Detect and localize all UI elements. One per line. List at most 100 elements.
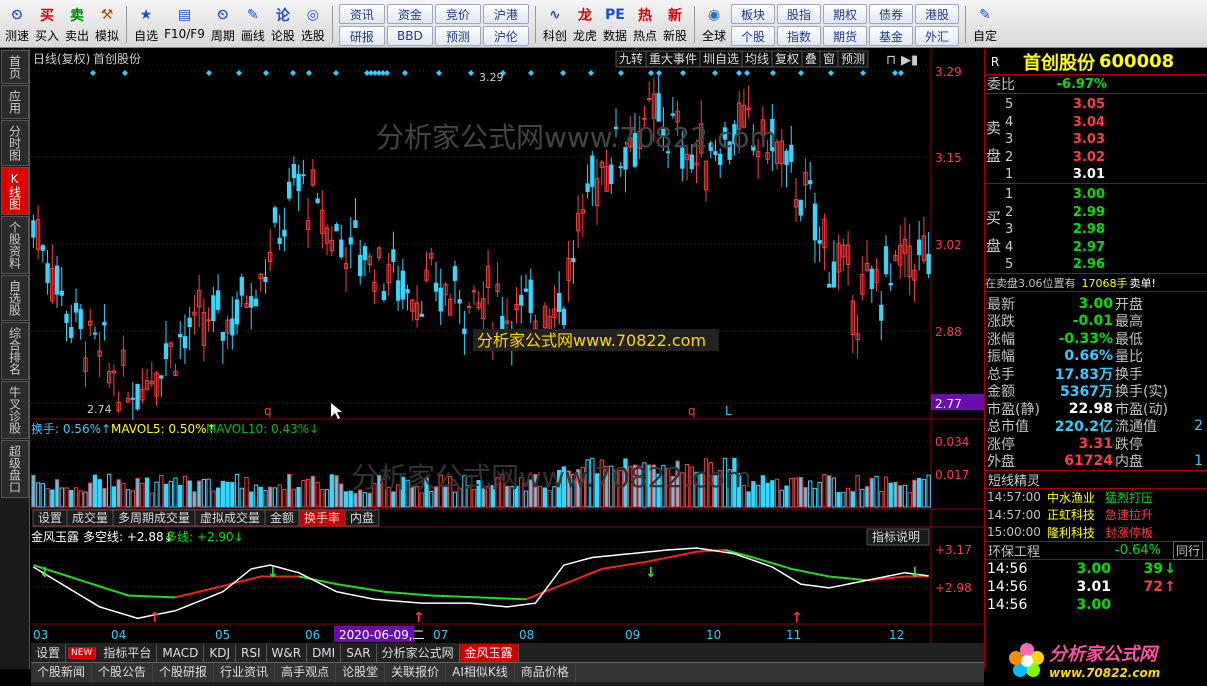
indicator-tab[interactable]: 分析家公式网: [377, 643, 460, 662]
toolbar-button-pe[interactable]: PE 数据: [600, 2, 630, 47]
market-button[interactable]: 基金: [869, 26, 913, 46]
info-tab[interactable]: 高手观点: [275, 664, 337, 681]
toolbar-button-buy[interactable]: 买买入: [32, 2, 62, 47]
book-level[interactable]: 1 3.00: [985, 186, 1207, 204]
toolbar-button-pen[interactable]: ✎ 画线: [238, 2, 268, 47]
volume-bar: [178, 484, 183, 508]
market-button[interactable]: 指数: [777, 26, 821, 46]
kline-chart[interactable]: 日线(复权) 首创股份 九转 重大事件 圳自选 均线 复权叠窗预测 ⊓ ▶▮ 3.29 3.15 3.…: [31, 49, 984, 643]
indicator-tab[interactable]: SAR: [341, 643, 377, 662]
candle-body: [557, 293, 562, 312]
candle-body: [182, 336, 188, 349]
book-level[interactable]: 2 3.02: [985, 149, 1207, 167]
level-number: 1: [1005, 187, 1014, 203]
stat-value: 0.66%: [1064, 348, 1113, 365]
info-tab[interactable]: 商品价格: [515, 664, 576, 681]
book-level[interactable]: 5 2.96: [985, 256, 1207, 274]
nav-item[interactable]: 牛叉诊股: [1, 381, 29, 439]
grid-button[interactable]: 资金: [386, 4, 433, 24]
book-level[interactable]: 3 2.98: [985, 221, 1207, 239]
nav-item[interactable]: 首页: [1, 50, 29, 84]
book-level[interactable]: 4 3.04: [985, 114, 1207, 132]
info-tab[interactable]: AI相似K线: [446, 664, 515, 681]
stat-value: -0.01: [1072, 313, 1113, 330]
toolbar-button-label: 论股: [270, 29, 295, 43]
x-axis-label: 12: [889, 628, 904, 642]
indicator-tab[interactable]: 金风玉露: [459, 643, 519, 662]
toolbar-button-select[interactable]: ◎ 选股: [298, 2, 328, 47]
toolbar-button-sell[interactable]: 卖卖出: [62, 2, 92, 47]
grid-button[interactable]: 沪港: [482, 4, 529, 24]
tick-time: 14:56: [987, 578, 1028, 595]
play-icon[interactable]: ▶▮: [901, 53, 918, 68]
toolbar-button-hot[interactable]: 热热点: [630, 2, 660, 47]
indicator-tab[interactable]: DMI: [307, 643, 342, 662]
candle-body: [291, 164, 297, 179]
nav-item[interactable]: K线图: [1, 167, 29, 215]
nav-item[interactable]: 综合排名: [1, 322, 29, 380]
info-tab[interactable]: 个股研报: [153, 664, 215, 681]
volume-bar: [912, 479, 917, 508]
book-level[interactable]: 1 3.01: [985, 166, 1207, 184]
book-level[interactable]: 3 3.03: [985, 131, 1207, 149]
info-tab[interactable]: 关联报价: [385, 664, 447, 681]
toolbar-button-clock[interactable]: ⏲ 周期: [208, 2, 238, 47]
indicator-tab[interactable]: RSI: [236, 643, 267, 662]
info-tab[interactable]: 论股堂: [336, 664, 386, 681]
toolbar-button-hammer[interactable]: ⚒ 模拟: [92, 2, 122, 47]
volume-bar: [869, 478, 874, 508]
book-level[interactable]: 5 3.05: [985, 96, 1207, 114]
market-button[interactable]: 股指: [777, 4, 821, 24]
stat-value: 220.2亿: [1054, 419, 1113, 436]
toolbar-button-f10[interactable]: ▤ F10/F9: [161, 2, 208, 47]
toolbar-button-new[interactable]: 新新股: [660, 2, 690, 47]
market-button[interactable]: 港股: [915, 4, 959, 24]
toolbar-button-dragon[interactable]: 龙龙虎: [570, 2, 600, 47]
market-button[interactable]: 外汇: [915, 26, 959, 46]
indicator-tab[interactable]: 指标平台: [98, 643, 158, 662]
indicator-trend-segment: [772, 562, 778, 566]
indicator-tab[interactable]: MACD: [157, 643, 205, 662]
grid-button[interactable]: BBD: [386, 26, 433, 46]
candle-body: [339, 239, 344, 258]
indicator-tab[interactable]: NEW: [68, 646, 97, 659]
grid-button[interactable]: 沪伦: [482, 26, 529, 46]
market-button[interactable]: 期权: [823, 4, 867, 24]
market-button[interactable]: 个股: [731, 26, 775, 46]
market-button[interactable]: 期货: [823, 26, 867, 46]
market-button[interactable]: 债券: [869, 4, 913, 24]
toolbar-button-custom[interactable]: ✎ 自定: [970, 2, 1000, 47]
level-number: 3: [1005, 132, 1014, 148]
indicator-tab[interactable]: W&R: [267, 643, 308, 662]
candle-body: [590, 155, 595, 187]
grid-button[interactable]: 竞价: [434, 4, 481, 24]
nav-item[interactable]: 超级盘口: [1, 440, 29, 498]
nav-item[interactable]: 自选股: [1, 275, 29, 321]
book-level[interactable]: 2 2.99: [985, 204, 1207, 222]
nav-item[interactable]: 应用: [1, 85, 29, 119]
lock-icon[interactable]: ⊓: [886, 53, 896, 68]
toolbar-button-forum[interactable]: 论论股: [268, 2, 298, 47]
grid-button[interactable]: 预测: [434, 26, 481, 46]
nav-item[interactable]: 个股资料: [1, 216, 29, 274]
grid-button[interactable]: 研报: [338, 26, 385, 46]
grid-button[interactable]: 资讯: [338, 4, 385, 24]
info-tab[interactable]: 个股公告: [92, 664, 154, 681]
toolbar-button-chart[interactable]: ∿ 科创: [540, 2, 570, 47]
short-item[interactable]: 14:57:00 中水渔业 猛烈打压: [985, 489, 1207, 507]
short-item[interactable]: 15:00:00 隆利科技 封涨停板: [985, 524, 1207, 542]
toolbar-button-clock[interactable]: ⏲ 测速: [2, 2, 32, 47]
peer-button[interactable]: 同行: [1173, 540, 1204, 560]
indicator-tab[interactable]: KDJ: [204, 643, 236, 662]
custom-icon: ✎: [979, 7, 991, 23]
info-tab[interactable]: 行业资讯: [214, 664, 276, 681]
toolbar-button-globe[interactable]: ◉ 全球: [699, 2, 729, 47]
nav-item[interactable]: 分时图: [1, 120, 29, 166]
vol-tick: 0.034: [935, 435, 969, 449]
book-level[interactable]: 4 2.97: [985, 239, 1207, 257]
toolbar-button-star[interactable]: ★ 自选: [131, 2, 161, 47]
short-item[interactable]: 14:57:00 正虹科技 急速拉升: [985, 506, 1207, 524]
market-button[interactable]: 板块: [731, 4, 775, 24]
indicator-tab[interactable]: 设置: [31, 643, 67, 662]
info-tab[interactable]: 个股新闻: [31, 664, 93, 681]
